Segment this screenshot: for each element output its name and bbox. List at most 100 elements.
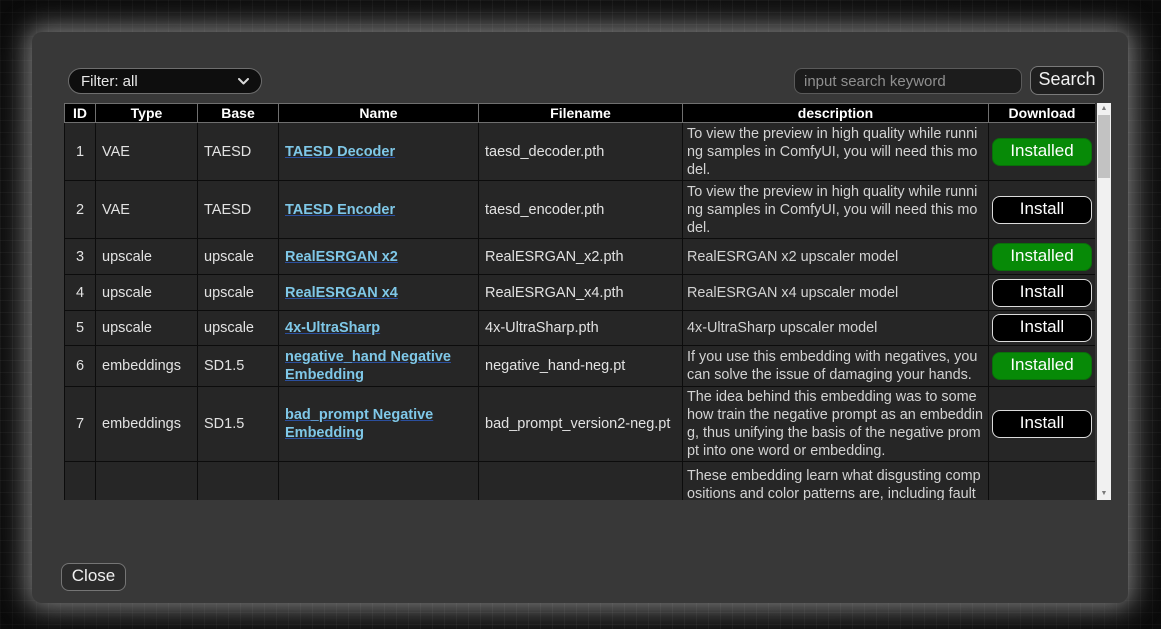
cell-name: TAESD Encoder <box>279 181 479 239</box>
cell-name: 4x-UltraSharp <box>279 311 479 346</box>
cell-id: 1 <box>65 123 96 181</box>
model-name-link[interactable]: RealESRGAN x2 <box>285 249 398 265</box>
table-row: 2VAETAESD TAESD Encoder taesd_encoder.pthT… <box>65 181 1096 239</box>
filter-select-value: Filter: all <box>81 73 138 90</box>
cell-id: 3 <box>65 239 96 275</box>
cell-download: Installed <box>989 346 1096 387</box>
comfyui-canvas: { "dialog": { "filter": { "label": "Filt… <box>0 0 1161 629</box>
cell-description: RealESRGAN x2 upscaler model <box>683 239 989 275</box>
cell-base: upscale <box>198 239 279 275</box>
cell-base: TAESD <box>198 181 279 239</box>
close-button[interactable]: Close <box>61 563 126 591</box>
cell-description: RealESRGAN x4 upscaler model <box>683 275 989 311</box>
cell-filename: RealESRGAN_x2.pth <box>479 239 683 275</box>
model-name-link[interactable]: 4x-UltraSharp <box>285 320 380 336</box>
column-header-base: Base <box>198 104 279 123</box>
cell-id: 4 <box>65 275 96 311</box>
cell-filename: taesd_decoder.pth <box>479 123 683 181</box>
scrollbar-up-arrow[interactable]: ▲ <box>1097 103 1111 115</box>
cell-id <box>65 462 96 501</box>
cell-base <box>198 462 279 501</box>
cell-download: Install <box>989 275 1096 311</box>
cell-description: To view the preview in high quality whil… <box>683 181 989 239</box>
cell-download: Install <box>989 387 1096 462</box>
cell-type <box>96 462 198 501</box>
table-row: 7embeddingsSD1.5bad_prompt Negative Embe… <box>65 387 1096 462</box>
table-row: 6embeddingsSD1.5negative_hand Negative E… <box>65 346 1096 387</box>
cell-name: RealESRGAN x2 <box>279 239 479 275</box>
install-button[interactable]: Install <box>992 410 1092 438</box>
table-header-row: IDTypeBaseNameFilenamedescriptionDownloa… <box>65 104 1096 123</box>
cell-filename: bad_prompt_version2-neg.pt <box>479 387 683 462</box>
cell-description: If you use this embedding with negatives… <box>683 346 989 387</box>
vertical-scrollbar[interactable]: ▲ ▼ <box>1097 103 1111 500</box>
table-row: 3upscaleupscaleRealESRGAN x2RealESRGAN_x… <box>65 239 1096 275</box>
cell-type: VAE <box>96 123 198 181</box>
table-row: These embedding learn what disgusting co… <box>65 462 1096 501</box>
cell-base: upscale <box>198 311 279 346</box>
table-row: 1VAETAESD TAESD Decoder taesd_decoder.pthT… <box>65 123 1096 181</box>
scrollbar-thumb[interactable] <box>1098 115 1110 178</box>
cell-filename: taesd_encoder.pth <box>479 181 683 239</box>
cell-name: TAESD Decoder <box>279 123 479 181</box>
cell-name: bad_prompt Negative Embedding <box>279 387 479 462</box>
cell-description: These embedding learn what disgusting co… <box>683 462 989 501</box>
cell-description: 4x-UltraSharp upscaler model <box>683 311 989 346</box>
cell-download: Installed <box>989 123 1096 181</box>
cell-download: Install <box>989 311 1096 346</box>
model-name-link[interactable]: TAESD Encoder <box>285 202 395 218</box>
install-button[interactable]: Install <box>992 279 1092 307</box>
model-name-link[interactable]: negative_hand Negative Embedding <box>285 349 451 383</box>
filter-select[interactable]: Filter: all <box>68 68 262 94</box>
column-header-filename: Filename <box>479 104 683 123</box>
model-name-link[interactable]: bad_prompt Negative Embedding <box>285 407 433 441</box>
search-button[interactable]: Search <box>1030 66 1104 95</box>
chevron-down-icon <box>238 78 249 85</box>
cell-name <box>279 462 479 501</box>
cell-download: Installed <box>989 239 1096 275</box>
column-header-name: Name <box>279 104 479 123</box>
cell-type: upscale <box>96 275 198 311</box>
cell-id: 5 <box>65 311 96 346</box>
column-header-id: ID <box>65 104 96 123</box>
installed-button[interactable]: Installed <box>992 138 1092 166</box>
cell-download <box>989 462 1096 501</box>
cell-filename <box>479 462 683 501</box>
cell-base: upscale <box>198 275 279 311</box>
cell-download: Install <box>989 181 1096 239</box>
cell-name: negative_hand Negative Embedding <box>279 346 479 387</box>
table-row: 4upscaleupscaleRealESRGAN x4RealESRGAN_x… <box>65 275 1096 311</box>
model-name-link[interactable]: RealESRGAN x4 <box>285 285 398 301</box>
cell-filename: RealESRGAN_x4.pth <box>479 275 683 311</box>
installed-button[interactable]: Installed <box>992 243 1092 271</box>
install-button[interactable]: Install <box>992 196 1092 224</box>
cell-description: To view the preview in high quality whil… <box>683 123 989 181</box>
cell-id: 6 <box>65 346 96 387</box>
install-button[interactable]: Install <box>992 314 1092 342</box>
cell-type: upscale <box>96 311 198 346</box>
cell-type: VAE <box>96 181 198 239</box>
cell-base: TAESD <box>198 123 279 181</box>
cell-id: 2 <box>65 181 96 239</box>
scrollbar-down-arrow[interactable]: ▼ <box>1097 488 1111 500</box>
cell-name: RealESRGAN x4 <box>279 275 479 311</box>
search-input[interactable] <box>794 68 1022 94</box>
column-header-download: Download <box>989 104 1096 123</box>
installed-button[interactable]: Installed <box>992 352 1092 380</box>
cell-description: The idea behind this embedding was to so… <box>683 387 989 462</box>
model-name-link[interactable]: TAESD Decoder <box>285 144 395 160</box>
models-table-container: IDTypeBaseNameFilenamedescriptionDownloa… <box>64 103 1095 500</box>
cell-base: SD1.5 <box>198 346 279 387</box>
column-header-type: Type <box>96 104 198 123</box>
table-row: 5upscaleupscale4x-UltraSharp4x-UltraShar… <box>65 311 1096 346</box>
cell-type: upscale <box>96 239 198 275</box>
install-models-dialog: Filter: all Search IDTypeBaseNameFilenam… <box>32 32 1128 603</box>
cell-filename: 4x-UltraSharp.pth <box>479 311 683 346</box>
cell-base: SD1.5 <box>198 387 279 462</box>
cell-type: embeddings <box>96 346 198 387</box>
cell-id: 7 <box>65 387 96 462</box>
models-table: IDTypeBaseNameFilenamedescriptionDownloa… <box>64 103 1095 500</box>
column-header-description: description <box>683 104 989 123</box>
cell-type: embeddings <box>96 387 198 462</box>
cell-filename: negative_hand-neg.pt <box>479 346 683 387</box>
